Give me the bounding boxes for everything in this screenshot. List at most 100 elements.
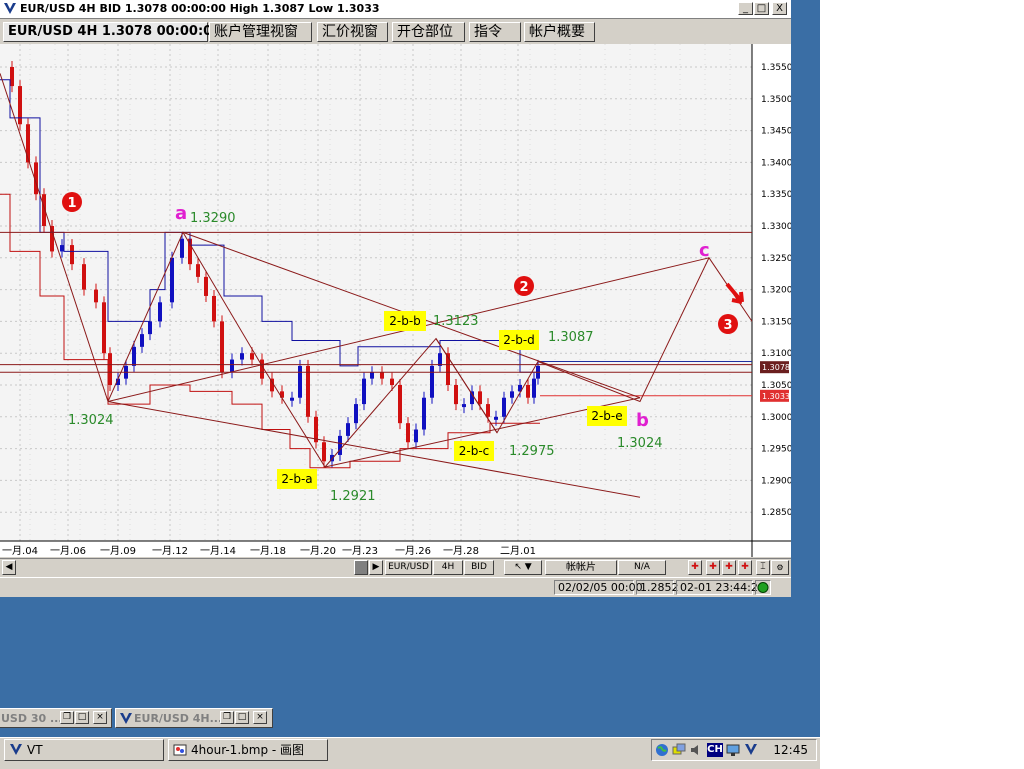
price-tick-label: 1.3400 bbox=[761, 158, 791, 168]
vt-logo-icon[interactable] bbox=[744, 743, 758, 756]
network-icon[interactable] bbox=[672, 743, 686, 757]
candle-body bbox=[204, 276, 208, 296]
candle-body bbox=[526, 385, 530, 398]
chart-grid bbox=[0, 44, 752, 541]
taskbar-app-vt[interactable]: VT bbox=[4, 739, 164, 761]
scroll-left-button[interactable]: ◀ bbox=[2, 560, 16, 575]
candle-body bbox=[338, 435, 342, 455]
price-tick-label: 1.2900 bbox=[761, 476, 791, 486]
maximize-button[interactable]: □ bbox=[75, 711, 89, 724]
price-tick-label: 1.3250 bbox=[761, 254, 791, 264]
candle-body bbox=[422, 397, 426, 430]
account-selector[interactable]: 帐帐片 bbox=[545, 560, 617, 575]
maximize-button[interactable]: □ bbox=[754, 2, 769, 15]
wave-marker-3-label: 3 bbox=[723, 318, 732, 333]
maximize-button[interactable]: □ bbox=[235, 711, 249, 724]
candle-body bbox=[430, 365, 434, 398]
tag-2-b-e-label: 2-b-e bbox=[591, 409, 622, 423]
restore-button[interactable]: ❐ bbox=[60, 711, 74, 724]
candle-body bbox=[260, 359, 264, 379]
monitor-icon[interactable] bbox=[726, 743, 740, 757]
status-datetime: 02/02/05 00:00 bbox=[554, 580, 643, 595]
date-tick-label: 一月.04 bbox=[2, 545, 38, 557]
candle-body bbox=[70, 245, 74, 265]
candle-body bbox=[390, 378, 394, 385]
mdi-window-usd30[interactable]: USD 30 ... ❐ □ × bbox=[0, 708, 112, 728]
candle-body bbox=[230, 359, 234, 373]
crosshair-icon[interactable]: ✚ bbox=[688, 560, 702, 575]
date-tick-label: 二月.01 bbox=[500, 545, 536, 557]
tab-open-positions[interactable]: 开仓部位 bbox=[392, 22, 465, 42]
candle-body bbox=[502, 397, 506, 417]
price-label-1-2975: 1.2975 bbox=[509, 444, 555, 459]
date-tick-label: 一月.23 bbox=[342, 545, 378, 557]
mdi-window-label: EUR/USD 4H... bbox=[134, 712, 223, 725]
candle-body bbox=[380, 372, 384, 379]
candle-body bbox=[486, 404, 490, 417]
date-tick-label: 一月.28 bbox=[443, 545, 479, 557]
draw-tool-button[interactable]: ↖ ▼ bbox=[504, 560, 542, 575]
crosshair-icon[interactable]: ✚ bbox=[706, 560, 720, 575]
price-label-1-2921: 1.2921 bbox=[330, 489, 376, 504]
taskbar: VT 4hour-1.bmp - 画图 CH 12:45 bbox=[0, 737, 820, 769]
side-selector[interactable]: BID bbox=[464, 560, 494, 575]
taskbar-app-paint[interactable]: 4hour-1.bmp - 画图 bbox=[168, 739, 328, 761]
tag-2-b-b-label: 2-b-b bbox=[389, 314, 421, 328]
ruler-icon[interactable]: ⌶ bbox=[756, 560, 770, 575]
system-tray: CH 12:45 bbox=[651, 739, 817, 761]
tab-account-management[interactable]: 账户管理视窗 bbox=[209, 22, 312, 42]
candle-body bbox=[102, 302, 106, 354]
na-field[interactable]: N/A bbox=[618, 560, 666, 575]
candle-body bbox=[94, 289, 98, 303]
price-tick-label: 1.3050 bbox=[761, 381, 791, 391]
settings-icon[interactable]: ⚙ bbox=[771, 560, 789, 575]
chart-canvas[interactable]: 1.3550 1.3500 1.3450 1.3400 1.3350 1.3300 1.32… bbox=[0, 44, 793, 557]
price-tick-label: 1.2850 bbox=[761, 508, 791, 518]
period-selector[interactable]: 4H bbox=[433, 560, 463, 575]
price-label-1-3290: 1.3290 bbox=[190, 211, 236, 226]
status-price: 1.2852 bbox=[636, 580, 679, 595]
window-titlebar[interactable]: EUR/USD 4H BID 1.3078 00:00:00 High 1.30… bbox=[0, 0, 791, 19]
crosshair-icon[interactable]: ✚ bbox=[738, 560, 752, 575]
price-tick-label: 1.3450 bbox=[761, 127, 791, 137]
symbol-selector[interactable]: EUR/USD bbox=[385, 560, 432, 575]
price-label-1-3024: 1.3024 bbox=[68, 413, 114, 428]
crosshair-icon[interactable]: ✚ bbox=[722, 560, 736, 575]
speaker-icon[interactable] bbox=[689, 743, 703, 757]
candle-body bbox=[290, 397, 294, 401]
date-tick-label: 一月.09 bbox=[100, 545, 136, 557]
vt-logo-icon bbox=[120, 713, 132, 724]
tab-chart[interactable]: EUR/USD 4H 1.3078 00:00:00 bbox=[3, 22, 221, 42]
price-tick-label: 1.3500 bbox=[761, 95, 791, 105]
scroll-thumb[interactable] bbox=[354, 560, 368, 575]
close-button[interactable]: × bbox=[253, 711, 267, 724]
chart-toolbar: ◀ ▶ EUR/USD 4H BID ↖ ▼ 帐帐片 N/A ✚ ✚ ✚ ✚ ⌶… bbox=[0, 558, 791, 577]
wave-label-c: c bbox=[699, 240, 710, 261]
price-tick-label: 1.3350 bbox=[761, 190, 791, 200]
candle-body bbox=[250, 353, 254, 360]
globe-icon[interactable] bbox=[655, 743, 669, 757]
minimize-button[interactable]: _ bbox=[738, 2, 753, 15]
candle-body bbox=[354, 404, 358, 424]
candle-body bbox=[298, 365, 302, 398]
close-button[interactable]: × bbox=[93, 711, 107, 724]
close-button[interactable]: X bbox=[772, 2, 787, 15]
chart-window: EUR/USD 4H BID 1.3078 00:00:00 High 1.30… bbox=[0, 0, 793, 597]
candle-body bbox=[322, 442, 326, 462]
scroll-right-button[interactable]: ▶ bbox=[369, 560, 383, 575]
price-tick-label: 1.3000 bbox=[761, 413, 791, 423]
tab-orders[interactable]: 指令 bbox=[469, 22, 521, 42]
candle-body bbox=[280, 391, 284, 398]
candle-body bbox=[196, 264, 200, 277]
language-indicator[interactable]: CH bbox=[707, 743, 723, 757]
current-price-label: 1.3078 bbox=[762, 363, 790, 372]
wave-marker-2-label: 2 bbox=[519, 280, 528, 295]
tab-account-summary[interactable]: 帐户概要 bbox=[524, 22, 595, 42]
tab-rates[interactable]: 汇价视窗 bbox=[317, 22, 388, 42]
date-tick-label: 一月.12 bbox=[152, 545, 188, 557]
mdi-window-eurusd[interactable]: EUR/USD 4H... ❐ □ × bbox=[115, 708, 273, 728]
date-tick-label: 一月.06 bbox=[50, 545, 86, 557]
price-chart[interactable]: 1.3550 1.3500 1.3450 1.3400 1.3350 1.3300 1.32… bbox=[0, 44, 793, 557]
restore-button[interactable]: ❐ bbox=[220, 711, 234, 724]
price-label-1-3024-b: 1.3024 bbox=[617, 436, 663, 451]
